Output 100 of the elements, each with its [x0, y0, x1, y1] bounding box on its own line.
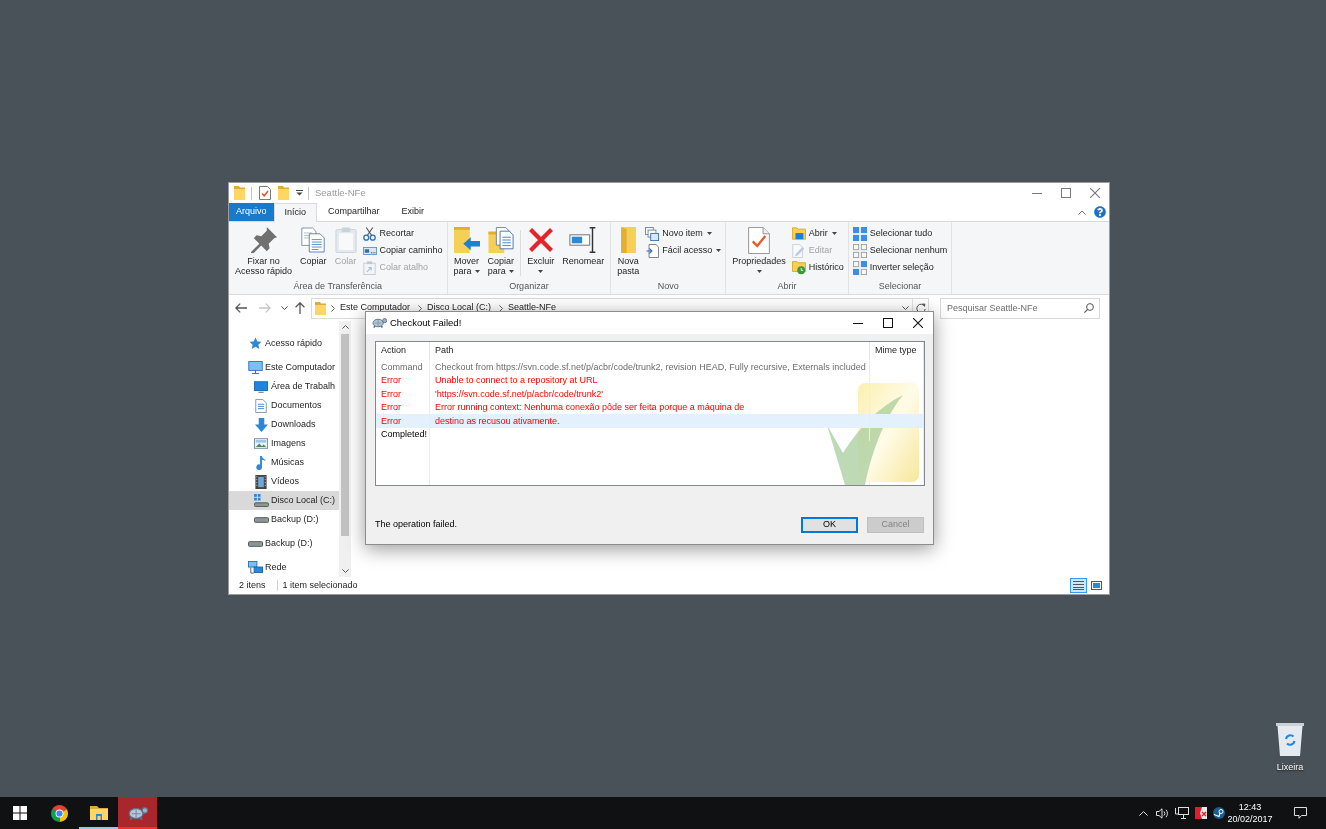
breadcrumb[interactable]: Este Computador	[337, 301, 414, 315]
breadcrumb[interactable]: Seattle-NFe	[505, 301, 560, 315]
disc-logo-icon[interactable]	[1213, 807, 1225, 819]
ribbon-button[interactable]: Recortar	[360, 225, 445, 242]
file-tab[interactable]: Arquivo	[229, 203, 274, 221]
caret-down-icon[interactable]	[296, 190, 303, 196]
nav-item[interactable]: Disco Local (C:)	[229, 491, 339, 510]
window-title: Seattle-NFe	[315, 185, 366, 200]
caret-down-icon	[756, 270, 762, 273]
view-button[interactable]	[1070, 578, 1087, 593]
page-arrow-icon	[645, 243, 659, 258]
status-text: 2 itens	[239, 578, 266, 592]
trash-can-icon[interactable]	[1276, 722, 1304, 756]
scissors-icon	[363, 226, 377, 241]
search-field[interactable]: Pesquisar Seattle-NFe	[940, 297, 1100, 319]
chevron-down-icon[interactable]	[341, 569, 349, 573]
folder-window-icon	[791, 227, 806, 240]
x-mark-icon	[528, 228, 553, 252]
nav-item[interactable]: Este Computador	[229, 358, 339, 377]
ribbon-button[interactable]: Propriedades	[728, 224, 790, 280]
network-icon[interactable]	[1175, 807, 1189, 819]
table-cell: Completed!	[381, 428, 428, 441]
ribbon-button[interactable]: Copiar	[296, 224, 331, 280]
page-check-icon[interactable]	[259, 186, 271, 200]
log-row[interactable]: Command Checkout from https://svn.code.sf.net/p/acbr/code/trunk2, revision HEAD, Fully recursive, Externals included	[376, 360, 924, 374]
speech-bubble-icon[interactable]	[1293, 807, 1307, 819]
log-row[interactable]: Error 'https://svn.code.sf.net/p/acbr/code/trunk2'	[376, 387, 924, 401]
ribbon-button[interactable]: Novo item	[643, 225, 724, 242]
chevron-right-icon	[331, 304, 335, 312]
nav-item[interactable]: Imagens	[229, 434, 339, 453]
speaker-icon[interactable]	[1155, 807, 1169, 819]
icon-label[interactable]: Lixeira	[1276, 761, 1304, 775]
flag-icon[interactable]	[1195, 807, 1207, 819]
text-box-icon	[362, 246, 377, 255]
nav-item[interactable]: Rede	[229, 558, 339, 577]
ribbon-button[interactable]: Fixar no Acesso rápido	[231, 224, 297, 280]
view-button[interactable]	[1088, 578, 1105, 593]
nav-item[interactable]: Documentos	[229, 396, 339, 415]
ribbon-button[interactable]: Selecionar tudo	[850, 225, 950, 242]
nav-item[interactable]: Área de Trabalh	[229, 377, 339, 396]
help-icon[interactable]	[1094, 206, 1106, 218]
screen-icon	[254, 380, 268, 393]
nav-item[interactable]: Downloads	[229, 415, 339, 434]
ribbon-button[interactable]: Fácil acesso	[643, 242, 724, 259]
maximize-icon	[1060, 188, 1071, 198]
ribbon-button[interactable]: Nova pasta	[613, 224, 644, 280]
round-logo-icon[interactable]	[51, 804, 68, 822]
ribbon-tab[interactable]: Exibir	[390, 203, 436, 221]
ribbon-button[interactable]: Excluir	[523, 224, 559, 280]
ribbon-button[interactable]: Abrir	[789, 225, 846, 242]
nav-item[interactable]: Backup (D:)	[229, 534, 339, 553]
ribbon-button[interactable]: Renomear	[558, 224, 609, 280]
grid-outline-icon	[852, 243, 867, 258]
log-row[interactable]: Error Unable to connect to a repository at URL	[376, 373, 924, 387]
clock-time[interactable]: 12:43	[1238, 801, 1262, 813]
group-label: Organizar	[508, 280, 550, 293]
ribbon-button[interactable]: Selecionar nenhum	[850, 242, 950, 259]
group-label: Selecionar	[877, 280, 923, 293]
ribbon-button[interactable]: Inverter seleção	[850, 259, 950, 276]
nav-item[interactable]: Backup (D:)	[229, 510, 339, 529]
folder-icon[interactable]	[89, 806, 108, 820]
column-header[interactable]: Path	[430, 342, 870, 360]
dialog-button[interactable]: OK	[801, 517, 858, 533]
nav-item[interactable]: Acesso rápido	[229, 334, 339, 353]
ribbon-button[interactable]: Histórico	[789, 259, 846, 276]
group-label: Novo	[656, 280, 680, 293]
table-cell: Error	[381, 387, 401, 400]
thumbnails-icon	[1091, 581, 1102, 590]
text-cursor-icon	[569, 227, 598, 253]
ribbon-button[interactable]: Mover para	[449, 224, 484, 280]
log-row[interactable]: Completed!	[376, 427, 924, 441]
arrow-left-icon	[235, 303, 247, 313]
image-icon	[254, 438, 268, 449]
nav-item[interactable]: Músicas	[229, 453, 339, 472]
clipboard-shortcut-icon	[363, 260, 377, 275]
chevron-up-icon[interactable]	[341, 325, 349, 329]
caret-down-icon	[508, 270, 514, 274]
folder-icon	[315, 301, 326, 315]
column-header[interactable]: Action	[376, 342, 430, 360]
table-cell: Error	[381, 401, 401, 414]
group-label: Abrir	[776, 280, 798, 293]
clock-date[interactable]: 20/02/2017	[1227, 813, 1273, 825]
minimize-icon	[1031, 192, 1042, 194]
scrollbar[interactable]	[339, 321, 351, 577]
scrollbar-thumb[interactable]	[341, 334, 349, 536]
ribbon-tab[interactable]: Início	[273, 203, 318, 222]
ribbon-button[interactable]: Copiar para	[483, 224, 519, 280]
ribbon-button[interactable]: Copiar caminho	[360, 242, 445, 259]
network-icon	[247, 561, 263, 574]
minimize-icon	[853, 322, 863, 324]
maximize-icon	[883, 318, 893, 328]
ribbon-tab[interactable]: Compartilhar	[317, 203, 391, 221]
arrow-up-icon	[295, 302, 305, 314]
turtle-icon[interactable]	[127, 805, 148, 821]
caret-down-icon	[831, 232, 837, 235]
copy-icon	[301, 227, 326, 253]
folder-clock-icon	[791, 260, 806, 275]
column-header[interactable]: Mime type	[870, 342, 924, 360]
nav-item[interactable]: Vídeos	[229, 472, 339, 491]
list-view-icon	[1073, 581, 1084, 590]
